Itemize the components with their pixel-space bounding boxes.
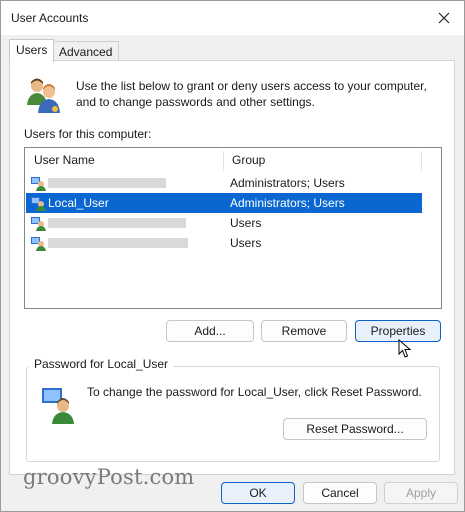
close-icon [438,12,450,24]
user-row[interactable]: Users [26,233,422,253]
tab-users[interactable]: Users [9,39,55,62]
column-header-group[interactable]: Group [223,148,422,172]
users-group-icon [27,78,60,113]
users-tab-panel: Use the list below to grant or deny user… [9,60,455,475]
add-button[interactable]: Add... [166,320,254,342]
user-group: Users [230,216,262,230]
redacted-user-name [48,238,188,248]
user-group: Administrators; Users [230,196,345,210]
password-instruction-text: To change the password for Local_User, c… [87,385,422,399]
reset-password-button[interactable]: Reset Password... [283,418,427,440]
users-list-label: Users for this computer: [24,127,152,141]
cancel-button[interactable]: Cancel [303,482,377,504]
watermark: groovyPost.com [23,465,195,489]
user-accounts-window: User Accounts Users Advanced Use the lis… [0,0,465,512]
user-group: Administrators; Users [230,176,345,190]
intro-text: Use the list below to grant or deny user… [76,79,427,109]
password-group-box [26,366,440,462]
user-icon [31,177,46,191]
user-row[interactable]: Users [26,213,422,233]
apply-button[interactable]: Apply [384,482,458,504]
ok-button[interactable]: OK [221,482,295,504]
user-row[interactable]: Administrators; Users [26,173,422,193]
user-row-selected[interactable]: Local_User Administrators; Users [26,193,422,213]
user-icon [31,217,46,231]
user-icon [31,197,46,211]
close-button[interactable] [432,7,456,29]
mouse-cursor-icon [398,339,412,358]
remove-button[interactable]: Remove [261,320,347,342]
window-title: User Accounts [11,11,89,25]
users-listview[interactable]: User Name Group Administrators; Users Lo… [24,147,442,309]
title-bar: User Accounts [1,1,464,35]
password-user-icon [42,388,74,424]
column-divider [421,151,422,171]
user-group: Users [230,236,262,250]
user-name: Local_User [48,196,109,210]
user-icon [31,237,46,251]
password-group-label: Password for Local_User [29,357,174,371]
redacted-user-name [48,178,166,188]
redacted-user-name [48,218,186,228]
column-header-user-name[interactable]: User Name [25,148,224,172]
